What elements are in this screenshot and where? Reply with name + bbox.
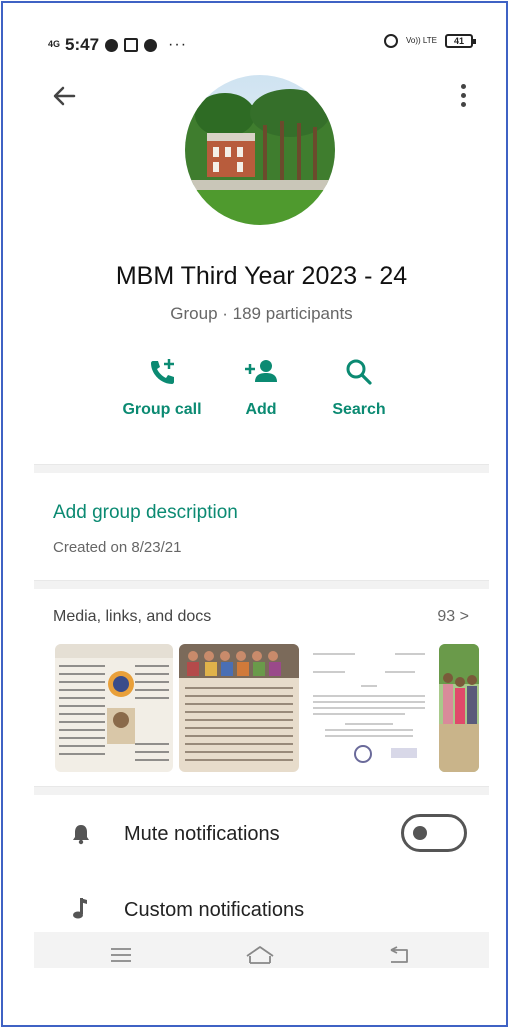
more-options-icon[interactable] [459,84,467,110]
network-indicator: 4G [48,38,61,49]
group-name: MBM Third Year 2023 - 24 [115,262,408,290]
status-left: 4G 5:47 ··· [48,35,187,55]
media-links-docs-title[interactable]: Media, links, and docs [53,608,211,626]
group-participants: Group · 189 participants [170,304,353,323]
add-description-link[interactable]: Add group description [53,502,238,524]
mail-notification-icon [124,38,139,52]
back-nav-icon[interactable] [387,944,411,966]
add-label: Add [245,401,277,418]
clock: 5:47 [65,35,100,54]
alarm-notification-icon [144,38,158,52]
battery-icon: 41 [445,34,476,48]
music-note-icon [73,898,87,919]
created-date: Created on 8/23/21 [53,539,182,556]
more-notifications-icon: ··· [168,36,188,53]
volte-indicator: Vo)) LTE [406,36,437,45]
group-call-button[interactable]: Group call [112,357,212,419]
group-call-label: Group call [122,401,202,418]
media-thumbnail-group-photo[interactable] [439,644,479,772]
search-button[interactable]: Search [309,357,409,419]
section-divider [34,464,489,473]
custom-notifications-label: Custom notifications [124,899,305,921]
media-thumbnail-newspaper[interactable] [55,644,173,772]
status-right: Vo)) LTE 41 [384,34,476,48]
add-participant-button[interactable]: Add [211,357,311,419]
toggle-knob [413,826,427,840]
search-label: Search [332,401,386,418]
media-thumbnail-document[interactable] [305,644,433,772]
mute-notifications-toggle[interactable] [401,814,467,852]
media-count[interactable]: 93 > [437,608,469,626]
add-person-icon [245,360,277,382]
back-arrow-icon[interactable] [50,82,78,110]
section-divider [34,786,489,795]
status-bar: 4G 5:47 ··· Vo)) LTE 41 [34,24,489,64]
section-divider [34,580,489,589]
mute-notifications-label: Mute notifications [124,823,280,845]
phone-screen: 4G 5:47 ··· Vo)) LTE 41 MBM Third Year 2… [34,24,489,968]
app-notification-icon [105,38,119,52]
home-icon[interactable] [245,944,275,966]
battery-level: 41 [453,36,464,46]
menu-icon[interactable] [110,944,132,966]
media-thumbnail-photo-article[interactable] [179,644,299,772]
group-avatar[interactable] [185,75,335,225]
media-thumbnails [55,644,479,772]
bell-icon [73,825,89,845]
custom-notifications-row[interactable]: Custom notifications [34,887,489,937]
search-icon [346,359,372,385]
alarm-icon [384,34,399,48]
add-call-icon [151,359,174,384]
system-navigation-bar [34,932,489,968]
